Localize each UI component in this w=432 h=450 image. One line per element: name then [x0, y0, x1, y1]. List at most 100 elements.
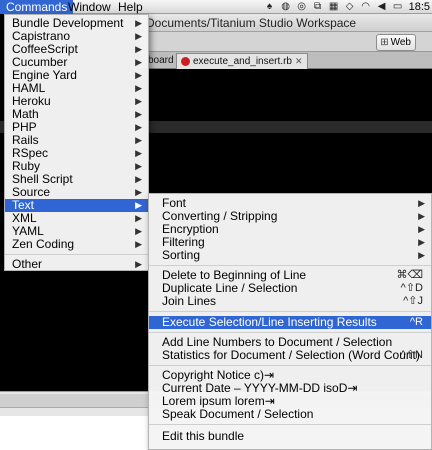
menu-item-label: Shell Script — [12, 172, 73, 186]
menu-item-label: Zen Coding — [12, 237, 75, 251]
menu-item-label: Bundle Development — [12, 16, 124, 30]
tab-execute-and-insert[interactable]: execute_and_insert.rb ✕ — [176, 53, 308, 69]
submenu-arrow-icon: ▶ — [135, 44, 142, 54]
menu-item-label: Duplicate Line / Selection — [162, 281, 298, 295]
submenu-arrow-icon: ▶ — [418, 211, 425, 221]
submenu-arrow-icon: ▶ — [135, 83, 142, 93]
submenu-arrow-icon: ▶ — [135, 109, 142, 119]
menu-item-sorting[interactable]: Sorting ▶ — [149, 249, 431, 262]
grid-icon[interactable]: ▦ — [329, 2, 339, 12]
menu-separator — [149, 311, 431, 312]
status-tray: ♠ ◍ ◎ ⧉ ▦ ◇ ◠ ◀ ▭ 18:5 — [265, 0, 432, 14]
menu-item-label: Edit this bundle — [162, 429, 245, 443]
menu-item-zen-coding[interactable]: Zen Coding ▶ — [5, 238, 148, 251]
web-button-label: Web — [390, 37, 411, 48]
submenu-arrow-icon: ▶ — [135, 122, 142, 132]
submenu-arrow-icon: ▶ — [135, 226, 142, 236]
shortcut-label: ^⇧N — [400, 349, 423, 361]
menu-item-label: Delete to Beginning of Line — [162, 268, 307, 282]
menu-item-label: Ruby — [12, 159, 41, 173]
menu-item-label: HAML — [12, 81, 46, 95]
menu-item-label: PHP — [12, 120, 37, 134]
menu-item-execute-selection[interactable]: Execute Selection/Line Inserting Results… — [149, 316, 431, 329]
submenu-arrow-icon: ▶ — [418, 198, 425, 208]
submenu-arrow-icon: ▶ — [135, 70, 142, 80]
menu-item-label: Copyright Notice c)⇥ — [162, 368, 275, 382]
menu-item-edit-bundle[interactable]: Edit this bundle — [149, 430, 431, 443]
menu-item-label: Sorting — [162, 248, 201, 262]
shortcut-label: ⌘⌫ — [396, 269, 423, 281]
menu-separator — [149, 265, 431, 266]
window-icon[interactable]: ⧉ — [313, 2, 323, 12]
tab-board[interactable]: board — [144, 53, 178, 69]
submenu-arrow-icon: ▶ — [135, 161, 142, 171]
menu-separator — [149, 424, 431, 425]
menu-item-label: RSpec — [12, 146, 49, 160]
menu-item-label: Font — [162, 196, 187, 210]
dropbox-icon[interactable]: ◇ — [345, 2, 355, 12]
submenu-arrow-icon: ▶ — [135, 174, 142, 184]
window-title-bar: Documents/Titanium Studio Workspace — [140, 14, 432, 32]
shortcut-label: ^⇧J — [403, 295, 423, 307]
battery-icon[interactable]: ▭ — [393, 2, 403, 12]
submenu-arrow-icon: ▶ — [418, 237, 425, 247]
web-perspective-icon: ⊞ — [380, 37, 389, 48]
menu-item-label: Other — [12, 257, 43, 271]
close-tab-icon[interactable]: ✕ — [295, 54, 303, 69]
menu-item-label: Statistics for Document / Selection (Wor… — [162, 348, 420, 362]
menu-item-label: Text — [12, 198, 35, 212]
menu-item-label: Execute Selection/Line Inserting Results — [162, 315, 377, 329]
menu-item-other[interactable]: Other ▶ — [5, 258, 148, 271]
submenu-arrow-icon: ▶ — [135, 259, 142, 269]
menu-item-join-lines[interactable]: Join Lines ^⇧J — [149, 295, 431, 308]
volume-icon[interactable]: ◀ — [377, 2, 387, 12]
menu-item-label: Speak Document / Selection — [162, 407, 314, 421]
submenu-arrow-icon: ▶ — [135, 31, 142, 41]
web-perspective-button[interactable]: ⊞ Web — [376, 34, 416, 51]
submenu-arrow-icon: ▶ — [135, 18, 142, 28]
menu-item-statistics[interactable]: Statistics for Document / Selection (Wor… — [149, 349, 431, 362]
submenu-arrow-icon: ▶ — [418, 250, 425, 260]
submenu-arrow-icon: ▶ — [135, 213, 142, 223]
wifi-icon[interactable]: ◠ — [361, 2, 371, 12]
menu-item-label: Filtering — [162, 235, 205, 249]
menu-item-speak-document[interactable]: Speak Document / Selection — [149, 408, 431, 421]
submenu-arrow-icon: ▶ — [418, 224, 425, 234]
menu-separator — [149, 332, 431, 333]
menu-item-label: Math — [12, 107, 39, 121]
menu-separator — [5, 254, 148, 255]
submenu-arrow-icon: ▶ — [135, 135, 142, 145]
submenu-arrow-icon: ▶ — [135, 96, 142, 106]
editor-tab-bar: board execute_and_insert.rb ✕ — [140, 52, 432, 69]
menu-window[interactable]: Window — [62, 0, 117, 14]
commands-menu: Bundle Development ▶ Capistrano ▶ CoffeeSc… — [4, 14, 149, 271]
menu-item-label: Rails — [12, 133, 39, 147]
menu-item-label: CoffeeScript — [12, 42, 78, 56]
menu-item-label: XML — [12, 211, 37, 225]
menu-item-label: Add Line Numbers to Document / Selection — [162, 335, 393, 349]
submenu-arrow-icon: ▶ — [135, 200, 142, 210]
ruby-file-icon — [181, 57, 190, 66]
submenu-arrow-icon: ▶ — [135, 57, 142, 67]
menu-item-label: Cucumber — [12, 55, 68, 69]
submenu-arrow-icon: ▶ — [135, 187, 142, 197]
window-title: Documents/Titanium Studio Workspace — [146, 16, 357, 30]
menu-separator — [149, 365, 431, 366]
menu-clock[interactable]: 18:5 — [409, 0, 430, 14]
menu-item-label: Heroku — [12, 94, 51, 108]
evernote-icon[interactable]: ♠ — [265, 2, 275, 12]
app-icon[interactable]: ◍ — [281, 2, 291, 12]
toolbar: ⊞ Web — [140, 32, 432, 52]
text-submenu: Font ▶ Converting / Stripping ▶ Encryption… — [148, 193, 432, 450]
menu-item-label: Encryption — [162, 222, 219, 236]
menu-item-label: Current Date – YYYY-MM-DD isoD⇥ — [162, 381, 358, 395]
tab-label: execute_and_insert.rb — [193, 56, 292, 67]
system-menu-bar: Commands Window Help ♠ ◍ ◎ ⧉ ▦ ◇ ◠ ◀ ▭ 1… — [0, 0, 432, 14]
menu-help[interactable]: Help — [112, 0, 149, 14]
shortcut-label: ^⇧D — [400, 282, 423, 294]
menu-item-label: Engine Yard — [12, 68, 77, 82]
menu-item-label: Converting / Stripping — [162, 209, 278, 223]
sync-icon[interactable]: ◎ — [297, 2, 307, 12]
shortcut-label: ^R — [409, 316, 423, 328]
menu-item-label: Join Lines — [162, 294, 217, 308]
